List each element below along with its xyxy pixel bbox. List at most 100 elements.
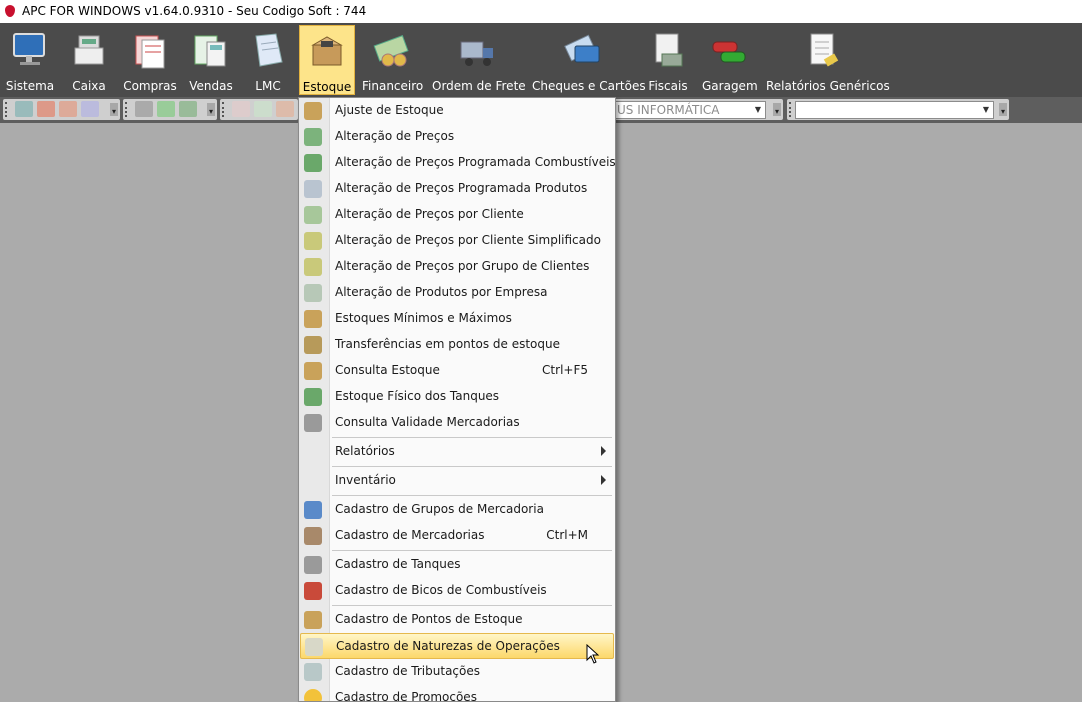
- tank-icon: [304, 556, 322, 574]
- toolbar-overflow-icon[interactable]: ▾: [999, 103, 1007, 116]
- menu-item-label: Alteração de Preços por Cliente: [335, 207, 524, 221]
- menu-item-alteracao-produtos-empresa[interactable]: Alteração de Produtos por Empresa: [300, 280, 614, 306]
- menu-item-alteracao-precos-cliente-simplificado[interactable]: Alteração de Preços por Cliente Simplifi…: [300, 228, 614, 254]
- toolbar-grip[interactable]: [789, 102, 794, 117]
- user-icon[interactable]: [37, 101, 55, 117]
- tools-icon[interactable]: [81, 101, 99, 117]
- forms-icon: [135, 35, 165, 69]
- ribbon-vendas[interactable]: Vendas: [187, 25, 235, 95]
- menu-item-alteracao-precos-prog-combustiveis[interactable]: Alteração de Preços Programada Combustív…: [300, 150, 615, 176]
- second-combo[interactable]: ▼: [795, 101, 994, 119]
- toolbar-overflow-icon[interactable]: ▾: [207, 103, 215, 116]
- transfer-icon: [304, 336, 322, 354]
- menu-item-label: Consulta Estoque: [335, 363, 440, 377]
- menu-item-label: Ajuste de Estoque: [335, 103, 444, 117]
- menu-shortcut: Ctrl+F5: [542, 363, 588, 377]
- mouse-cursor-icon: [586, 644, 600, 664]
- menu-item-estoques-minimos-maximos[interactable]: Estoques Mínimos e Máximos: [300, 306, 614, 332]
- printer-icon[interactable]: [135, 101, 153, 117]
- menu-item-cadastro-naturezas-operacoes[interactable]: Cadastro de Naturezas de Operações: [300, 633, 614, 659]
- menu-item-cadastro-bicos[interactable]: Cadastro de Bicos de Combustíveis: [300, 578, 614, 604]
- menu-item-label: Cadastro de Grupos de Mercadoria: [335, 502, 544, 516]
- menu-item-label: Alteração de Preços por Cliente Simplifi…: [335, 233, 601, 247]
- menu-item-alteracao-precos-prog-produtos[interactable]: Alteração de Preços Programada Produtos: [300, 176, 614, 202]
- calculator-icon: [194, 35, 226, 67]
- menu-separator: [332, 605, 612, 606]
- ribbon-sistema[interactable]: Sistema: [4, 25, 56, 95]
- toolbar-grip[interactable]: [222, 102, 227, 117]
- toolbar-grip[interactable]: [125, 102, 130, 117]
- ribbon-label: Sistema: [5, 79, 55, 93]
- menu-item-cadastro-tanques[interactable]: Cadastro de Tanques: [300, 552, 614, 578]
- cards-icon: [564, 34, 600, 63]
- operations-icon: [305, 638, 323, 656]
- menu-item-alteracao-precos[interactable]: Alteração de Preços: [300, 124, 614, 150]
- person-icon[interactable]: [276, 101, 294, 117]
- menu-item-label: Cadastro de Tributações: [335, 664, 480, 678]
- menu-item-alteracao-precos-cliente[interactable]: Alteração de Preços por Cliente: [300, 202, 614, 228]
- monitor-icon: [13, 33, 45, 65]
- ribbon-cheques-e-cartoes[interactable]: Cheques e Cartões: [532, 25, 646, 95]
- coins-icon[interactable]: [179, 101, 197, 117]
- chevron-down-icon[interactable]: ▼: [755, 102, 761, 118]
- ribbon-financeiro[interactable]: Financeiro: [362, 25, 423, 95]
- title-bar: APC FOR WINDOWS v1.64.0.9310 - Seu Codig…: [0, 0, 1082, 23]
- menu-item-label: Estoques Mínimos e Máximos: [335, 311, 512, 325]
- menu-separator: [332, 437, 612, 438]
- box-icon: [311, 36, 343, 66]
- ribbon-label: Caixa: [72, 79, 106, 93]
- screen-icon[interactable]: [15, 101, 33, 117]
- company-combo[interactable]: US INFORMÁTICA ▼: [612, 101, 766, 119]
- ribbon-fiscais[interactable]: Fiscais: [645, 25, 691, 95]
- price-tag-icon: [304, 154, 322, 172]
- menu-item-alteracao-precos-grupo-clientes[interactable]: Alteração de Preços por Grupo de Cliente…: [300, 254, 614, 280]
- truck-icon: [460, 41, 493, 66]
- menu-item-cadastro-pontos-estoque[interactable]: Cadastro de Pontos de Estoque: [300, 607, 614, 633]
- estoque-dropdown-menu: Ajuste de Estoque Alteração de Preços Al…: [298, 97, 616, 702]
- tank-icon: [304, 388, 322, 406]
- cubes-icon: [304, 501, 322, 519]
- menu-item-cadastro-promocoes[interactable]: Cadastro de Promoções: [300, 685, 614, 701]
- toolbar-group-4: US INFORMÁTICA ▼ ▾: [612, 99, 783, 120]
- menu-item-estoque-fisico-tanques[interactable]: Estoque Físico dos Tanques: [300, 384, 614, 410]
- ribbon-compras[interactable]: Compras: [122, 25, 178, 95]
- tax-icon: [304, 663, 322, 681]
- menu-item-consulta-validade[interactable]: Consulta Validade Mercadorias: [300, 410, 614, 436]
- menu-item-consulta-estoque[interactable]: Consulta Estoque Ctrl+F5: [300, 358, 614, 384]
- users-icon[interactable]: [59, 101, 77, 117]
- toolbar-overflow-icon[interactable]: ▾: [773, 103, 781, 116]
- menu-separator: [332, 550, 612, 551]
- menu-item-label: Cadastro de Tanques: [335, 557, 461, 571]
- toolbar-grip[interactable]: [5, 102, 10, 117]
- menu-item-transferencias[interactable]: Transferências em pontos de estoque: [300, 332, 614, 358]
- ribbon-ordem-de-frete[interactable]: Ordem de Frete: [432, 25, 526, 95]
- ribbon-label: Fiscais: [648, 79, 688, 93]
- document-icon: [304, 180, 322, 198]
- boxes-icon: [304, 310, 322, 328]
- menu-item-label: Cadastro de Pontos de Estoque: [335, 612, 523, 626]
- menu-item-inventario[interactable]: Inventário: [300, 468, 614, 494]
- fiscal-icon: [655, 33, 683, 67]
- main-ribbon: Sistema Caixa Compras Vendas LMC Estoque…: [0, 23, 1082, 97]
- ribbon-garagem[interactable]: Garagem: [702, 25, 758, 95]
- ribbon-label: Ordem de Frete: [432, 79, 526, 93]
- menu-item-label: Alteração de Produtos por Empresa: [335, 285, 548, 299]
- menu-item-ajuste-estoque[interactable]: Ajuste de Estoque: [300, 98, 614, 124]
- doc-red-icon[interactable]: [232, 101, 250, 117]
- menu-item-cadastro-tributacoes[interactable]: Cadastro de Tributações: [300, 659, 614, 685]
- money-icon: [373, 35, 409, 67]
- ribbon-relatorios-genericos[interactable]: Relatórios Genéricos: [766, 25, 890, 95]
- window-title: APC FOR WINDOWS v1.64.0.9310 - Seu Codig…: [22, 4, 367, 18]
- chevron-down-icon[interactable]: ▼: [983, 102, 989, 118]
- menu-item-relatorios[interactable]: Relatórios: [300, 439, 614, 465]
- toolbar-overflow-icon[interactable]: ▾: [110, 103, 118, 116]
- star-icon: [304, 689, 322, 701]
- doc-green-icon[interactable]: [254, 101, 272, 117]
- ribbon-caixa[interactable]: Caixa: [66, 25, 112, 95]
- money-small-icon[interactable]: [157, 101, 175, 117]
- menu-item-cadastro-grupos-mercadoria[interactable]: Cadastro de Grupos de Mercadoria: [300, 497, 614, 523]
- menu-item-cadastro-mercadorias[interactable]: Cadastro de Mercadorias Ctrl+M: [300, 523, 614, 549]
- boxes-icon: [304, 362, 322, 380]
- ribbon-lmc[interactable]: LMC: [246, 25, 290, 95]
- ribbon-estoque[interactable]: Estoque: [299, 25, 355, 95]
